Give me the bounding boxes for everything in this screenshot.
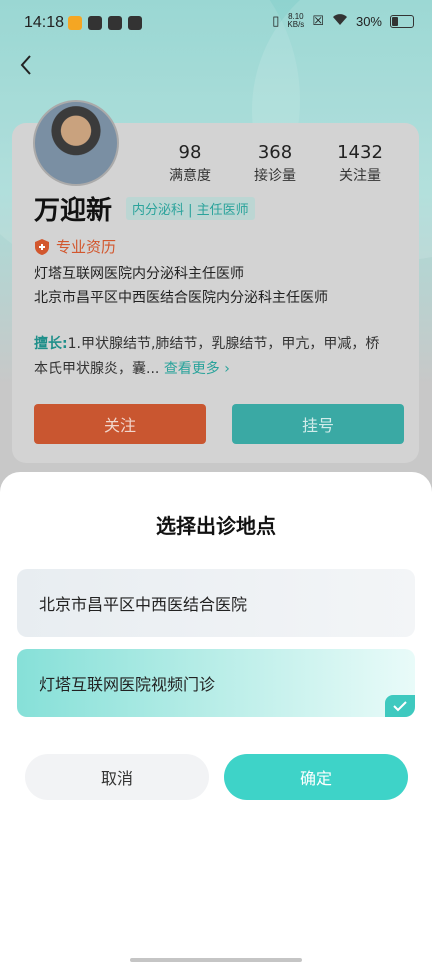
wifi-icon: [332, 13, 348, 29]
clover-icon: [128, 16, 142, 30]
tiktok-icon: [108, 16, 122, 30]
home-indicator[interactable]: [130, 958, 302, 962]
stat-consultations: 368 接诊量: [235, 142, 315, 185]
location-option-selected[interactable]: 灯塔互联网医院视频门诊: [17, 649, 415, 717]
stat-value: 1432: [337, 142, 383, 163]
specialty-label: 擅长:: [34, 336, 68, 352]
vibrate-icon: ▯: [272, 13, 280, 28]
confirm-button[interactable]: 确定: [224, 754, 408, 800]
sim-off-icon: ☒: [312, 13, 324, 28]
location-option-label: 北京市昌平区中西医结合医院: [39, 595, 248, 614]
battery-percent: 30%: [355, 13, 382, 29]
status-time: 14:18: [24, 14, 65, 31]
stat-label: 关注量: [339, 168, 381, 184]
lightbulb-icon: [88, 16, 102, 30]
specialty: 擅长:1.甲状腺结节,肺结节，乳腺结节，甲亢，甲减，桥本氏甲状腺炎，囊... 查…: [34, 332, 384, 382]
department-tag: 内分泌科 | 主任医师: [126, 197, 255, 220]
see-more-link[interactable]: 查看更多 ›: [164, 361, 230, 377]
cancel-button[interactable]: 取消: [25, 754, 209, 800]
weibo-icon: [68, 16, 82, 30]
battery-icon: [390, 14, 414, 28]
stat-value: 98: [178, 142, 202, 163]
location-bottom-sheet: 选择出诊地点 北京市昌平区中西医结合医院 灯塔互联网医院视频门诊 取消 确定: [0, 472, 432, 964]
system-icons: ▯ 8.10 KB/s ☒ 30%: [272, 13, 414, 29]
chevron-right-icon: ›: [224, 361, 230, 377]
stat-label: 接诊量: [254, 168, 296, 184]
doctor-name: 万迎新: [34, 196, 113, 226]
stat-label: 满意度: [169, 168, 211, 184]
location-option[interactable]: 北京市昌平区中西医结合医院: [17, 569, 415, 637]
net-speed: 8.10 KB/s: [287, 13, 304, 29]
checkmark-icon: [385, 695, 415, 717]
chevron-left-icon: [20, 55, 31, 75]
register-button[interactable]: 挂号: [232, 404, 404, 444]
doctor-stats: 98 满意度 368 接诊量 1432 关注量: [150, 142, 400, 185]
follow-button[interactable]: 关注: [34, 404, 206, 444]
stat-followers: 1432 关注量: [320, 142, 400, 185]
location-option-label: 灯塔互联网医院视频门诊: [39, 675, 216, 694]
see-more-label: 查看更多: [163, 361, 220, 377]
net-speed-unit: KB/s: [287, 20, 305, 29]
qualification-title: 专业资历: [56, 238, 117, 256]
qualification-header: 专业资历: [34, 236, 116, 257]
shield-icon: [35, 238, 49, 255]
position-line: 灯塔互联网医院内分泌科主任医师: [34, 266, 244, 282]
notification-icons: [68, 16, 142, 30]
stat-satisfaction: 98 满意度: [150, 142, 230, 185]
status-bar: 14:18 ▯ 8.10 KB/s ☒ 30%: [0, 0, 432, 50]
back-button[interactable]: [14, 52, 40, 78]
sheet-title: 选择出诊地点: [156, 514, 276, 538]
doctor-avatar: [33, 100, 119, 186]
position-line: 北京市昌平区中西医结合医院内分泌科主任医师: [34, 290, 328, 306]
stat-value: 368: [257, 142, 293, 163]
doctor-positions: 灯塔互联网医院内分泌科主任医师 北京市昌平区中西医结合医院内分泌科主任医师: [34, 262, 328, 310]
